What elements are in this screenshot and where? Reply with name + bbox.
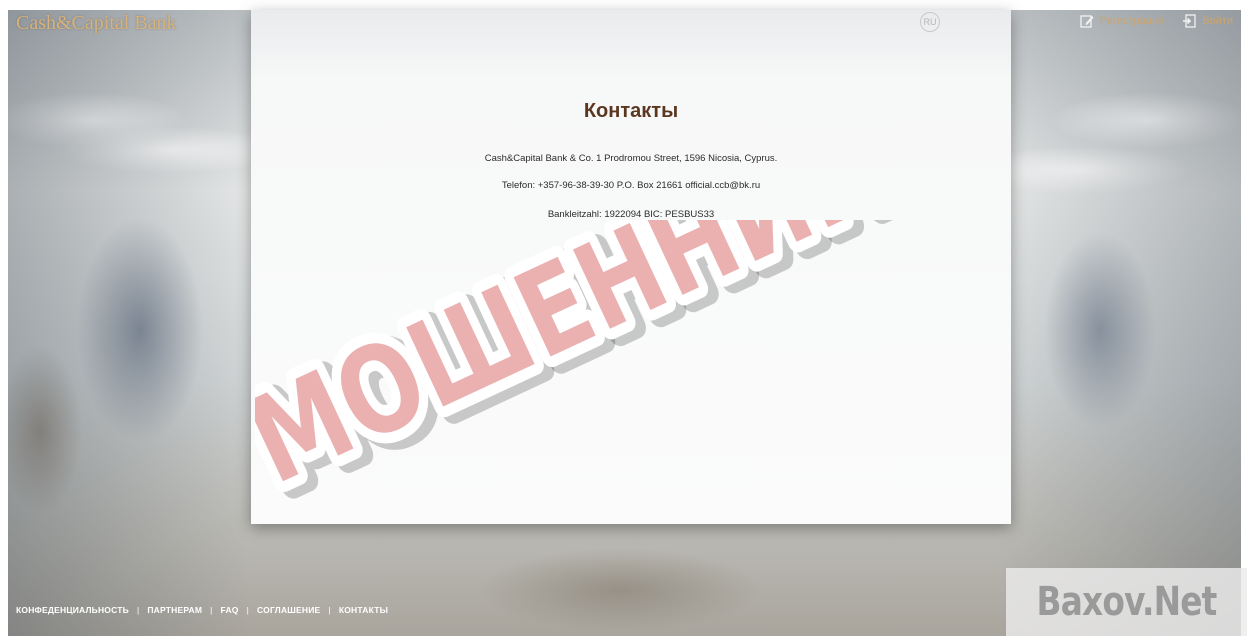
footer-link-contacts[interactable]: КОНТАКТЫ bbox=[339, 605, 388, 615]
phone-text: Telefon: +357-96-38-39-30 P.O. Box 21661… bbox=[501, 180, 761, 191]
footer-separator: | bbox=[328, 605, 331, 615]
top-frame bbox=[0, 0, 1247, 10]
page-title: Контакты bbox=[583, 100, 679, 122]
login-link[interactable]: Войти bbox=[1182, 14, 1233, 28]
footer-link-faq[interactable]: FAQ bbox=[221, 605, 239, 615]
register-label: Регистрация bbox=[1099, 15, 1165, 27]
footer-nav: КОНФЕДЕНЦИАЛЬНОСТЬ | ПАРТНЕРАМ | FAQ | С… bbox=[16, 605, 388, 615]
address-text: Cash&Capital Bank & Co. 1 Prodromou Stre… bbox=[484, 153, 778, 164]
footer-separator: | bbox=[136, 605, 140, 615]
language-switch[interactable]: RU bbox=[920, 12, 940, 32]
left-frame bbox=[0, 0, 8, 636]
login-label: Войти bbox=[1202, 15, 1233, 27]
footer-separator: | bbox=[210, 605, 213, 615]
watermark: Baxov.Net bbox=[1006, 568, 1247, 636]
footer-separator: | bbox=[246, 605, 250, 615]
footer-link-privacy[interactable]: КОНФЕДЕНЦИАЛЬНОСТЬ bbox=[16, 605, 129, 615]
edit-icon bbox=[1080, 15, 1094, 28]
right-frame bbox=[1241, 0, 1247, 636]
brand-logo[interactable]: Cash&Capital Bank bbox=[16, 12, 177, 35]
auth-nav: Регистрация Войти bbox=[1080, 14, 1233, 28]
footer-link-partners[interactable]: ПАРТНЕРАМ bbox=[147, 605, 202, 615]
footer-link-agreement[interactable]: СОГЛАШЕНИЕ bbox=[257, 605, 320, 615]
content-panel bbox=[251, 10, 1011, 524]
bank-details-text: Bankleitzahl: 1922094 BIC: PESBUS33 bbox=[547, 209, 715, 220]
login-icon bbox=[1183, 14, 1196, 28]
register-link[interactable]: Регистрация bbox=[1080, 14, 1164, 28]
